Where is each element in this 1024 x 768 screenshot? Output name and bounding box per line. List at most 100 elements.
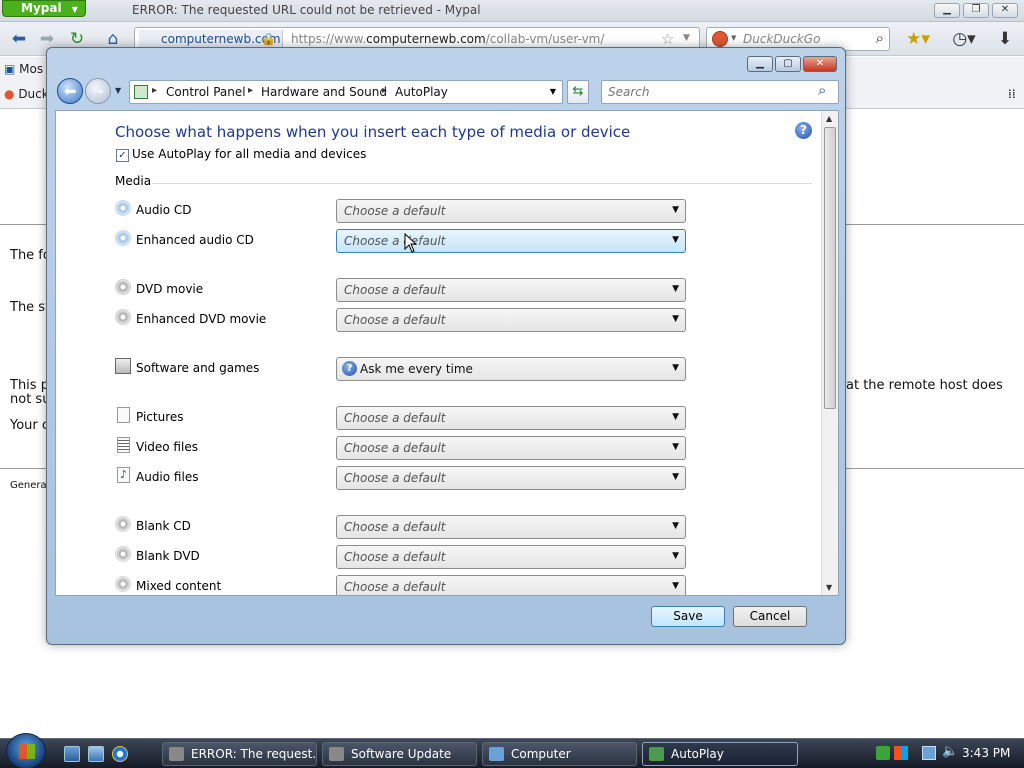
forward-arrow-icon: ➡ bbox=[91, 82, 105, 100]
search-placeholder: DuckDuckGo bbox=[743, 32, 821, 46]
duckduckgo-icon[interactable] bbox=[712, 31, 728, 47]
tray-network-icon[interactable] bbox=[922, 746, 936, 760]
control-panel-icon bbox=[649, 747, 664, 761]
download-arrow-icon: ⬇ bbox=[997, 29, 1013, 49]
bookmark-duckduckgo[interactable]: ● Duck bbox=[4, 87, 49, 101]
bookmarks-menu-button[interactable]: ★▾ bbox=[898, 26, 938, 52]
chevron-down-icon: ▼ bbox=[71, 5, 78, 14]
refresh-button[interactable]: ⇆ bbox=[567, 80, 589, 104]
breadcrumb-autoplay[interactable]: AutoPlay bbox=[395, 85, 448, 99]
mixed-content-dropdown[interactable]: Choose a default ▼ bbox=[336, 575, 686, 595]
enhanced-audio-cd-dropdown[interactable]: Choose a default ▼ bbox=[336, 229, 686, 253]
back-button[interactable]: ⬅ bbox=[6, 26, 32, 52]
app-menu-button[interactable]: Mypal ▼ bbox=[2, 0, 86, 17]
media-label: Mixed content bbox=[136, 579, 222, 593]
breadcrumb-hardware-and-sound[interactable]: Hardware and Sound bbox=[261, 85, 387, 99]
autoplay-window: ▁ ▢ ✕ ⬅ ➡ ▼ ▸ Control Panel ▸ Hardware a… bbox=[46, 47, 846, 645]
media-label: DVD movie bbox=[136, 282, 204, 296]
use-autoplay-checkbox[interactable]: ✓ bbox=[116, 149, 129, 162]
audio-files-dropdown[interactable]: Choose a default ▼ bbox=[336, 466, 686, 490]
clock[interactable]: 3:43 PM bbox=[962, 746, 1010, 760]
software-update-icon bbox=[329, 747, 344, 761]
url-dropdown-icon[interactable]: ▼ bbox=[683, 33, 690, 43]
chevron-down-icon: ▼ bbox=[672, 363, 679, 373]
minimize-button[interactable]: ▁ bbox=[747, 56, 773, 72]
bookmark-most-visited[interactable]: ▣ Mos bbox=[4, 62, 43, 76]
address-bar-area: ⬅ ➡ ▼ ▸ Control Panel ▸ Hardware and Sou… bbox=[55, 78, 839, 108]
forward-arrow-icon: ➡ bbox=[39, 29, 55, 49]
dvd-icon bbox=[115, 279, 131, 295]
search-placeholder: Search bbox=[608, 85, 650, 99]
forward-button[interactable]: ➡ bbox=[85, 78, 111, 104]
search-engine-dropdown-icon[interactable]: ▼ bbox=[731, 34, 736, 42]
page-line: The fo bbox=[10, 248, 51, 263]
scrollbar-thumb[interactable] bbox=[824, 127, 836, 409]
history-button[interactable]: ◷▾ bbox=[944, 26, 984, 52]
media-label: Blank DVD bbox=[136, 549, 200, 563]
switch-windows-icon[interactable] bbox=[88, 746, 104, 762]
close-button[interactable]: ✕ bbox=[803, 56, 837, 72]
show-desktop-icon[interactable] bbox=[64, 746, 80, 762]
search-icon[interactable]: ⌕ bbox=[818, 81, 826, 99]
taskbar: ERROR: The request... Software Update Co… bbox=[0, 733, 1024, 768]
media-label: Blank CD bbox=[136, 519, 191, 533]
browser-task-icon bbox=[169, 747, 184, 761]
page-title: Choose what happens when you insert each… bbox=[115, 123, 631, 141]
downloads-button[interactable]: ⬇ bbox=[992, 26, 1018, 52]
task-autoplay[interactable]: AutoPlay bbox=[642, 742, 798, 766]
audio-cd-icon bbox=[115, 200, 131, 216]
search-input[interactable]: Search ⌕ bbox=[601, 80, 839, 104]
chevron-down-icon: ▼ bbox=[672, 472, 679, 482]
chevron-down-icon: ▼ bbox=[672, 205, 679, 215]
bookmark-icon: ▣ bbox=[4, 62, 16, 76]
audio-cd-dropdown[interactable]: Choose a default ▼ bbox=[336, 199, 686, 223]
back-button[interactable]: ⬅ bbox=[57, 78, 83, 104]
tray-volume-icon[interactable]: 🔈 bbox=[942, 744, 958, 759]
breadcrumb[interactable]: ▸ Control Panel ▸ Hardware and Sound ▸ A… bbox=[129, 80, 563, 104]
minimize-button[interactable]: ▁ bbox=[934, 3, 960, 18]
blank-cd-dropdown[interactable]: Choose a default ▼ bbox=[336, 515, 686, 539]
scroll-up-icon[interactable]: ▲ bbox=[826, 114, 832, 123]
vertical-scrollbar[interactable]: ▲ ▼ bbox=[821, 111, 838, 595]
media-label: Video files bbox=[136, 440, 198, 454]
overflow-grid-icon[interactable]: ⁞⁞ bbox=[1008, 87, 1016, 101]
chevron-down-icon: ▼ bbox=[672, 284, 679, 294]
back-arrow-icon: ⬅ bbox=[11, 29, 27, 49]
close-button[interactable]: ✕ bbox=[992, 3, 1018, 18]
site-identity-button[interactable]: computernewb.com 🔒 bbox=[139, 30, 283, 48]
video-file-icon bbox=[117, 437, 130, 453]
maximize-button[interactable]: ❐ bbox=[963, 3, 989, 18]
task-software-update[interactable]: Software Update bbox=[322, 742, 477, 766]
cancel-button[interactable]: Cancel bbox=[733, 606, 807, 627]
dvd-movie-dropdown[interactable]: Choose a default ▼ bbox=[336, 278, 686, 302]
window-title: ERROR: The requested URL could not be re… bbox=[132, 3, 481, 17]
breadcrumb-dropdown-icon[interactable]: ▼ bbox=[550, 87, 556, 96]
recent-pages-dropdown-icon[interactable]: ▼ bbox=[115, 86, 121, 95]
use-autoplay-label[interactable]: Use AutoPlay for all media and devices bbox=[132, 147, 366, 161]
help-icon[interactable]: ? bbox=[795, 122, 812, 139]
chevron-down-icon: ▼ bbox=[672, 521, 679, 531]
maximize-button[interactable]: ▢ bbox=[775, 56, 801, 72]
task-browser-error[interactable]: ERROR: The request... bbox=[162, 742, 317, 766]
breadcrumb-control-panel[interactable]: Control Panel bbox=[166, 85, 246, 99]
internet-explorer-icon[interactable] bbox=[112, 746, 128, 762]
start-button[interactable] bbox=[6, 733, 46, 768]
media-label: Audio CD bbox=[136, 203, 192, 217]
audio-file-icon: ♪ bbox=[117, 467, 130, 483]
page-line: This p bbox=[10, 378, 49, 393]
enhanced-dvd-movie-dropdown[interactable]: Choose a default ▼ bbox=[336, 308, 686, 332]
pictures-file-icon bbox=[117, 407, 130, 423]
video-files-dropdown[interactable]: Choose a default ▼ bbox=[336, 436, 686, 460]
blank-dvd-dropdown[interactable]: Choose a default ▼ bbox=[336, 545, 686, 569]
bookmark-star-icon[interactable]: ☆ bbox=[661, 30, 674, 48]
pictures-dropdown[interactable]: Choose a default ▼ bbox=[336, 406, 686, 430]
scroll-down-icon[interactable]: ▼ bbox=[826, 583, 832, 592]
computer-icon bbox=[489, 747, 504, 761]
search-icon[interactable]: ⌕ bbox=[876, 29, 884, 47]
divider bbox=[152, 183, 812, 184]
task-computer[interactable]: Computer bbox=[482, 742, 637, 766]
tray-flag-icon[interactable] bbox=[894, 746, 908, 760]
save-button[interactable]: Save bbox=[651, 606, 725, 627]
tray-green-check-icon[interactable] bbox=[876, 746, 890, 760]
software-and-games-dropdown[interactable]: ? Ask me every time ▼ bbox=[336, 357, 686, 381]
